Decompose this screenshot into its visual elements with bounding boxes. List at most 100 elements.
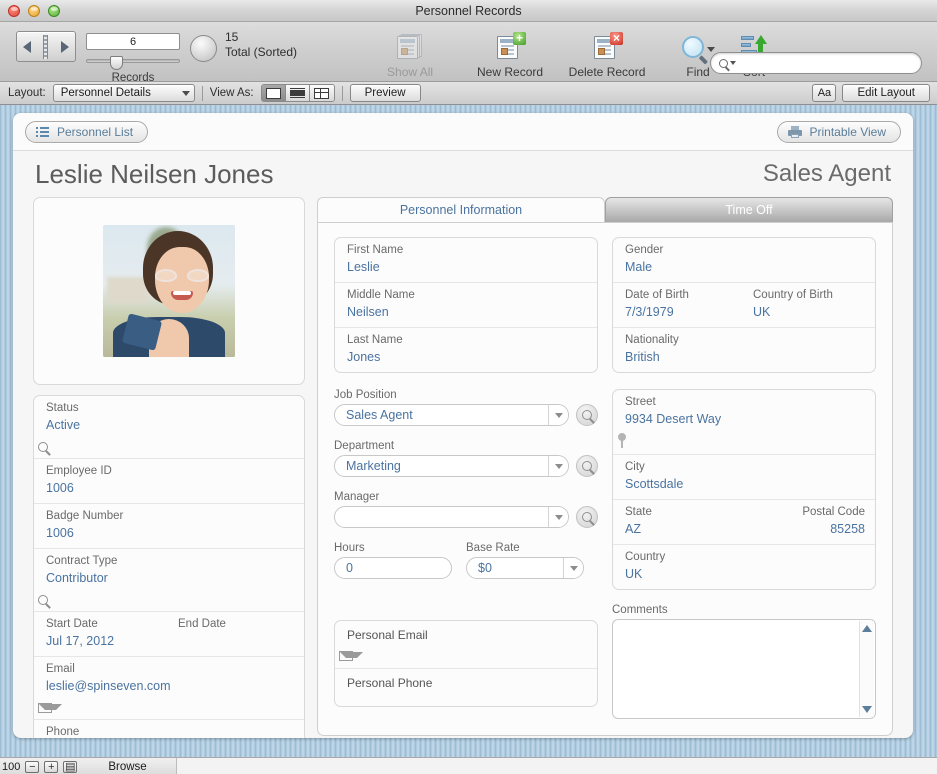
- search-input[interactable]: [740, 56, 921, 70]
- chevron-down-icon[interactable]: [548, 405, 568, 425]
- comments-value[interactable]: [613, 620, 875, 632]
- search-options-chevron-icon[interactable]: [730, 61, 736, 65]
- search-icon[interactable]: [38, 442, 48, 452]
- first-name-value[interactable]: Leslie: [347, 260, 587, 275]
- job-column: Job Position Sales Agent Department Mark…: [334, 389, 598, 590]
- show-all-button[interactable]: Show All: [367, 30, 453, 79]
- end-date-value[interactable]: [178, 634, 294, 649]
- layout-selector[interactable]: Personnel Details: [52, 84, 195, 102]
- field-phone[interactable]: Phone 602-555-5456: [34, 720, 304, 738]
- preview-button[interactable]: Preview: [349, 84, 421, 102]
- gender-value[interactable]: Male: [625, 260, 865, 275]
- contract-type-value[interactable]: Contributor: [46, 571, 294, 586]
- content-area: Personnel List Printable View Leslie Nei…: [0, 105, 937, 757]
- field-personal-phone[interactable]: Personal Phone: [335, 668, 597, 706]
- window-controls[interactable]: [8, 5, 60, 17]
- edit-layout-button[interactable]: Edit Layout: [842, 84, 930, 102]
- employee-id-value[interactable]: 1006: [46, 481, 294, 496]
- field-start-end-date[interactable]: Start Date Jul 17, 2012 End Date: [34, 612, 304, 657]
- gender-label: Gender: [625, 244, 664, 256]
- job-position-dropdown[interactable]: Sales Agent: [334, 404, 569, 426]
- field-gender[interactable]: Gender Male: [613, 238, 875, 283]
- toggle-sidebar-button[interactable]: ▤: [63, 760, 78, 773]
- record-navigation-book[interactable]: [16, 31, 76, 62]
- status-value[interactable]: Active: [46, 418, 294, 433]
- field-personal-email[interactable]: Personal Email: [335, 621, 597, 668]
- scroll-down-icon[interactable]: [862, 706, 872, 713]
- text-formatting-button[interactable]: Aa: [812, 84, 837, 102]
- chevron-down-icon[interactable]: [548, 507, 568, 527]
- view-mode-form-button[interactable]: [261, 85, 286, 101]
- chevron-down-icon[interactable]: [548, 456, 568, 476]
- personnel-list-button[interactable]: Personnel List: [25, 120, 149, 143]
- record-slider[interactable]: [86, 56, 180, 70]
- field-birth[interactable]: Date of Birth 7/3/1979 Country of Birth …: [613, 283, 875, 328]
- previous-record-icon[interactable]: [23, 40, 32, 53]
- state-value[interactable]: AZ: [625, 522, 737, 537]
- printable-view-button[interactable]: Printable View: [776, 120, 901, 143]
- postal-code-label: Postal Code: [802, 506, 865, 518]
- tab-time-off[interactable]: Time Off: [605, 197, 893, 222]
- found-set-pie-icon[interactable]: [190, 35, 217, 62]
- department-lookup-button[interactable]: [576, 455, 598, 477]
- hours-input[interactable]: 0: [334, 557, 452, 579]
- record-slider-knob[interactable]: [110, 56, 123, 70]
- view-mode-segmented-control[interactable]: [260, 84, 335, 102]
- field-employee-id[interactable]: Employee ID 1006: [34, 459, 304, 504]
- comments-textarea[interactable]: [612, 619, 876, 719]
- field-city[interactable]: City Scottsdale: [613, 455, 875, 500]
- zoom-out-button[interactable]: −: [25, 760, 40, 773]
- base-rate-dropdown[interactable]: $0: [466, 557, 584, 579]
- date-of-birth-value[interactable]: 7/3/1979: [625, 305, 737, 320]
- field-status[interactable]: Status Active: [34, 396, 304, 459]
- field-first-name[interactable]: First Name Leslie: [335, 238, 597, 283]
- middle-name-value[interactable]: Neilsen: [347, 305, 587, 320]
- close-button[interactable]: [8, 5, 20, 17]
- manager-dropdown[interactable]: [334, 506, 569, 528]
- field-state-postal[interactable]: State AZ Postal Code 85258: [613, 500, 875, 545]
- field-last-name[interactable]: Last Name Jones: [335, 328, 597, 372]
- view-mode-list-button[interactable]: [285, 85, 310, 101]
- badge-number-value[interactable]: 1006: [46, 526, 294, 541]
- zoom-in-button[interactable]: +: [44, 760, 59, 773]
- manager-lookup-button[interactable]: [576, 506, 598, 528]
- current-record-field[interactable]: 6: [86, 33, 180, 50]
- tab-personnel-information[interactable]: Personnel Information: [317, 197, 605, 222]
- chevron-down-icon[interactable]: [563, 558, 583, 578]
- field-middle-name[interactable]: Middle Name Neilsen: [335, 283, 597, 328]
- postal-code-value[interactable]: 85258: [753, 522, 865, 537]
- search-icon[interactable]: [38, 595, 48, 605]
- map-pin-icon[interactable]: [617, 433, 627, 448]
- scroll-up-icon[interactable]: [862, 625, 872, 632]
- country-value[interactable]: UK: [625, 567, 865, 582]
- middle-field-row: Job Position Sales Agent Department Mark…: [334, 389, 876, 590]
- layout-label: Layout:: [8, 87, 46, 99]
- field-country[interactable]: Country UK: [613, 545, 875, 589]
- field-street[interactable]: Street 9934 Desert Way: [613, 390, 875, 455]
- envelope-icon[interactable]: [339, 651, 363, 661]
- avatar[interactable]: [103, 225, 235, 357]
- department-dropdown[interactable]: Marketing: [334, 455, 569, 477]
- nationality-value[interactable]: British: [625, 350, 865, 365]
- table-view-icon: [314, 87, 330, 99]
- field-nationality[interactable]: Nationality British: [613, 328, 875, 372]
- minimize-button[interactable]: [28, 5, 40, 17]
- job-position-lookup-button[interactable]: [576, 404, 598, 426]
- zoom-button[interactable]: [48, 5, 60, 17]
- email-value[interactable]: leslie@spinseven.com: [46, 679, 294, 694]
- field-badge-number[interactable]: Badge Number 1006: [34, 504, 304, 549]
- country-of-birth-value[interactable]: UK: [753, 305, 865, 320]
- view-mode-table-button[interactable]: [309, 85, 334, 101]
- street-value[interactable]: 9934 Desert Way: [625, 412, 865, 427]
- field-contract-type[interactable]: Contract Type Contributor: [34, 549, 304, 612]
- delete-record-button[interactable]: × Delete Record: [559, 30, 655, 79]
- city-value[interactable]: Scottsdale: [625, 477, 865, 492]
- search-box[interactable]: [710, 52, 922, 74]
- comments-scrollbar[interactable]: [859, 621, 874, 717]
- next-record-icon[interactable]: [60, 40, 69, 53]
- new-record-button[interactable]: + New Record: [467, 30, 553, 79]
- last-name-value[interactable]: Jones: [347, 350, 587, 365]
- field-email[interactable]: Email leslie@spinseven.com: [34, 657, 304, 720]
- start-date-value[interactable]: Jul 17, 2012: [46, 634, 162, 649]
- envelope-icon[interactable]: [38, 703, 62, 713]
